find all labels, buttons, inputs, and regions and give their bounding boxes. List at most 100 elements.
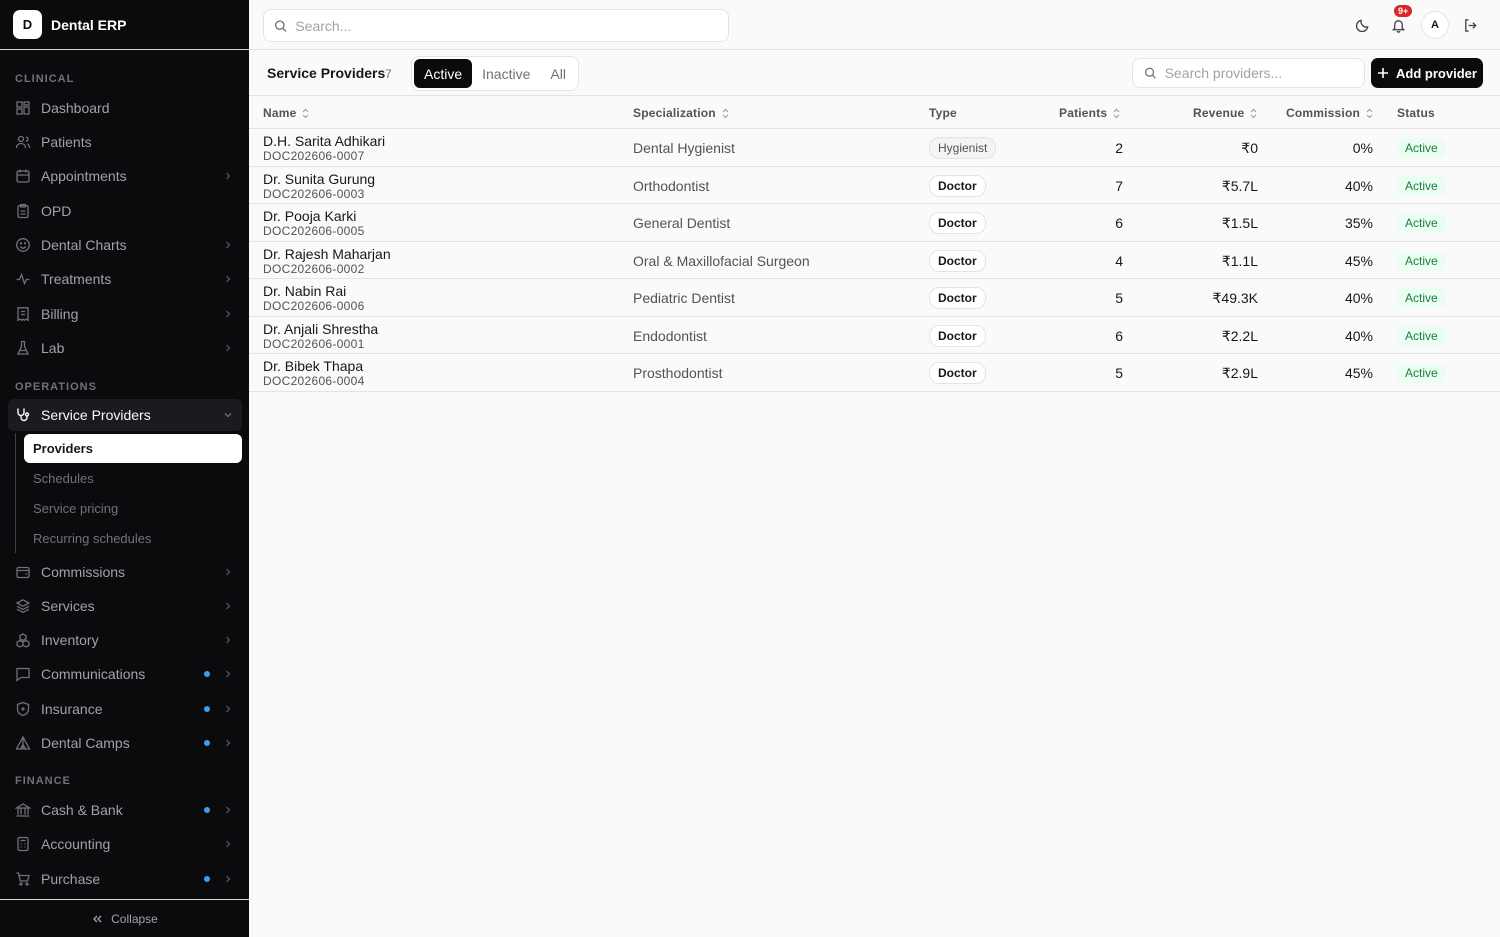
sidebar-item-label: Patients [41, 134, 92, 150]
sidebar-item-accounting[interactable]: Accounting [8, 828, 242, 860]
patients-cell: 4 [1115, 252, 1123, 269]
type-badge: Doctor [929, 174, 986, 197]
table-row[interactable]: Dr. Nabin Rai DOC202606-0006 Pediatric D… [249, 279, 1500, 317]
chevron-right-icon [226, 275, 231, 283]
type-badge: Doctor [929, 249, 986, 272]
sidebar-item-label: Service Providers [41, 407, 151, 423]
revenue-cell: ₹0 [1241, 140, 1258, 156]
sidebar-item-cash-bank[interactable]: Cash & Bank [8, 794, 242, 826]
boxes-icon [16, 633, 30, 648]
sidebar-subitem-service-pricing[interactable]: Service pricing [24, 494, 242, 523]
notifications-button[interactable]: 9+ [1386, 5, 1413, 37]
filter-active[interactable]: Active [414, 59, 473, 88]
global-search[interactable] [263, 9, 729, 42]
column-header-revenue[interactable]: Revenue [1193, 106, 1258, 120]
column-header-specialization[interactable]: Specialization [633, 106, 730, 120]
type-cell: Doctor [929, 362, 986, 384]
commission-cell: 45% [1344, 365, 1373, 381]
wallet-icon [16, 566, 30, 579]
chevron-right-icon [226, 602, 231, 610]
avatar[interactable]: A [1421, 11, 1449, 39]
section-label-operations: OPERATIONS [15, 381, 97, 393]
column-header-patients[interactable]: Patients [1059, 106, 1121, 120]
revenue-cell: ₹1.1L [1221, 252, 1258, 269]
add-provider-button[interactable]: Add provider [1371, 58, 1483, 88]
logout-button[interactable] [1458, 13, 1482, 37]
provider-name[interactable]: Dr. Nabin Rai [263, 283, 365, 299]
chevron-right-icon [226, 172, 231, 180]
global-search-input[interactable] [295, 17, 728, 34]
add-provider-label: Add provider [1396, 65, 1477, 81]
sidebar-subitem-recurring-schedules[interactable]: Recurring schedules [24, 524, 242, 553]
sidebar-subitem-schedules[interactable]: Schedules [24, 464, 242, 493]
column-header-commission[interactable]: Commission [1286, 106, 1374, 120]
table-row[interactable]: Dr. Anjali Shrestha DOC202606-0001 Endod… [249, 317, 1500, 354]
type-cell: Hygienist [929, 137, 997, 159]
sidebar-item-insurance[interactable]: Insurance [8, 693, 242, 725]
chevron-down-icon [224, 413, 232, 418]
table-row[interactable]: D.H. Sarita Adhikari DOC202606-0007 Dent… [249, 129, 1500, 167]
provider-cell: D.H. Sarita Adhikari DOC202606-0007 [263, 133, 385, 163]
submenu-rail [15, 433, 16, 553]
app-logo[interactable]: D [13, 10, 42, 39]
message-icon [16, 667, 30, 682]
tent-icon [15, 735, 31, 750]
provider-name[interactable]: Dr. Bibek Thapa [263, 358, 365, 374]
provider-name[interactable]: Dr. Rajesh Maharjan [263, 246, 391, 262]
provider-code: DOC202606-0003 [263, 186, 365, 201]
new-indicator-dot [204, 671, 210, 677]
sidebar-item-services[interactable]: Services [8, 590, 242, 622]
filter-inactive[interactable]: Inactive [472, 59, 540, 88]
moon-icon [1355, 19, 1368, 32]
provider-cell: Dr. Anjali Shrestha DOC202606-0001 [263, 321, 378, 351]
specialization-cell: Dental Hygienist [633, 140, 735, 156]
app-name: Dental ERP [51, 16, 127, 33]
search-icon [275, 19, 287, 32]
specialization-cell: Prosthodontist [633, 365, 723, 381]
sidebar-item-communications[interactable]: Communications [8, 658, 242, 690]
patients-cell: 7 [1115, 177, 1123, 194]
provider-name[interactable]: Dr. Sunita Gurung [263, 171, 375, 187]
table-row[interactable]: Dr. Sunita Gurung DOC202606-0003 Orthodo… [249, 167, 1500, 204]
sidebar-item-purchase[interactable]: Purchase [8, 863, 242, 895]
logout-icon [1464, 18, 1477, 32]
patients-cell: 2 [1115, 140, 1123, 156]
sidebar-subitem-providers[interactable]: Providers [24, 434, 242, 463]
sidebar-item-commissions[interactable]: Commissions [8, 556, 242, 588]
sidebar-item-dashboard[interactable]: Dashboard [8, 92, 242, 124]
table-row[interactable]: Dr. Bibek Thapa DOC202606-0004 Prosthodo… [249, 354, 1500, 392]
search-icon [1144, 67, 1156, 79]
type-badge: Doctor [929, 287, 986, 309]
provider-name[interactable]: Dr. Anjali Shrestha [263, 321, 378, 337]
collapse-sidebar-button[interactable]: Collapse [0, 899, 249, 937]
status-cell: Active [1397, 288, 1446, 308]
sidebar-item-opd[interactable]: OPD [8, 195, 242, 227]
provider-name[interactable]: D.H. Sarita Adhikari [263, 133, 385, 149]
new-indicator-dot [204, 740, 210, 746]
sidebar-item-lab[interactable]: Lab [8, 332, 242, 364]
provider-cell: Dr. Sunita Gurung DOC202606-0003 [263, 171, 375, 201]
chevron-right-icon [226, 241, 231, 249]
sidebar-item-patients[interactable]: Patients [8, 126, 242, 158]
column-header-name[interactable]: Name [263, 106, 310, 120]
receipt-icon [17, 307, 29, 322]
filter-all[interactable]: All [540, 59, 576, 88]
type-badge: Doctor [929, 362, 986, 384]
provider-cell: Dr. Rajesh Maharjan DOC202606-0002 [263, 246, 391, 276]
sidebar-item-appointments[interactable]: Appointments [8, 160, 242, 192]
sidebar-item-inventory[interactable]: Inventory [8, 624, 242, 656]
sidebar-item-treatments[interactable]: Treatments [8, 263, 242, 295]
sidebar-item-billing[interactable]: Billing [8, 298, 242, 330]
provider-search[interactable] [1132, 58, 1365, 88]
sidebar-item-service-providers[interactable]: Service Providers [8, 399, 242, 431]
provider-name[interactable]: Dr. Pooja Karki [263, 208, 365, 224]
theme-toggle-button[interactable] [1350, 13, 1374, 37]
sidebar-item-dental-charts[interactable]: Dental Charts [8, 229, 242, 261]
sidebar-item-dental-camps[interactable]: Dental Camps [8, 727, 242, 759]
status-badge: Active [1397, 250, 1446, 271]
specialization-cell: Pediatric Dentist [633, 290, 735, 306]
chevron-right-icon [226, 875, 231, 883]
table-row[interactable]: Dr. Pooja Karki DOC202606-0005 General D… [249, 204, 1500, 242]
table-row[interactable]: Dr. Rajesh Maharjan DOC202606-0002 Oral … [249, 242, 1500, 279]
provider-search-input[interactable] [1164, 65, 1364, 81]
